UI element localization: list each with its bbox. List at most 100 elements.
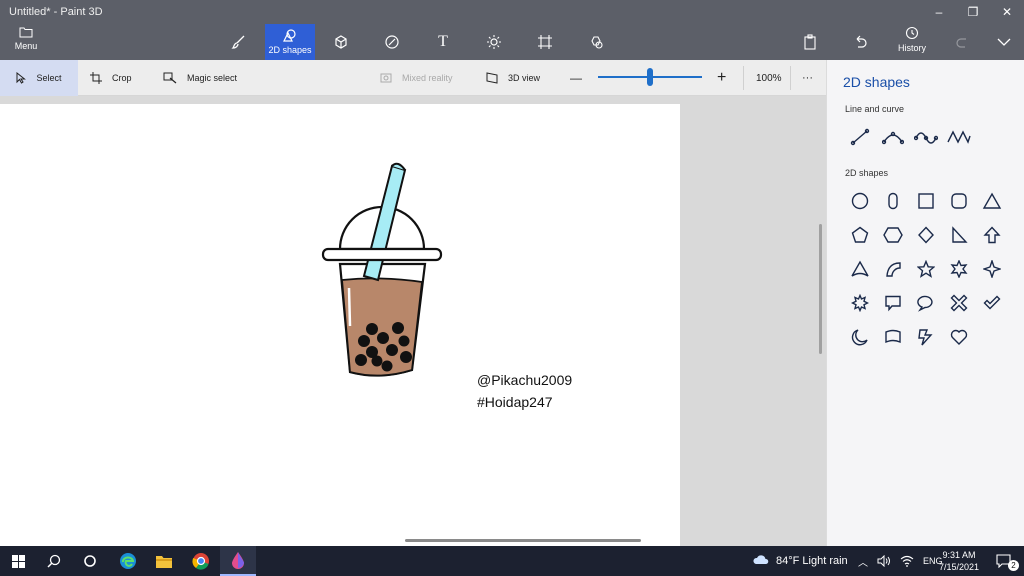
triangle-shape[interactable] xyxy=(975,190,1008,212)
text-tool[interactable]: T xyxy=(418,24,468,60)
burst-shape[interactable] xyxy=(843,292,876,314)
select-label: Select xyxy=(36,73,62,83)
windows-logo-icon xyxy=(11,554,25,568)
quarter-circle-shape[interactable] xyxy=(876,258,909,280)
moon-icon xyxy=(851,329,868,346)
line-tool[interactable] xyxy=(843,126,876,148)
concave-triangle-shape[interactable] xyxy=(843,258,876,280)
taskbar-chrome[interactable] xyxy=(183,546,219,576)
cloud-rain-icon xyxy=(753,555,769,564)
vertical-scrollbar[interactable] xyxy=(819,224,822,354)
square-shape[interactable] xyxy=(909,190,942,212)
clipboard-icon xyxy=(804,34,816,50)
minimize-button[interactable]: – xyxy=(922,0,956,24)
close-button[interactable]: ✕ xyxy=(990,0,1024,24)
curve-icon xyxy=(881,131,904,145)
zoom-level[interactable]: 100% xyxy=(756,60,782,96)
mixed-reality-button[interactable]: Mixed reality xyxy=(380,60,453,96)
triangle-icon xyxy=(982,192,1001,209)
arrow-up-shape[interactable] xyxy=(975,224,1008,246)
circle-shape[interactable] xyxy=(843,190,876,212)
maximize-button[interactable]: ❐ xyxy=(956,0,990,24)
chrome-browser-icon xyxy=(192,553,209,570)
zoom-in-button[interactable]: + xyxy=(717,60,726,96)
taskbar-file-explorer[interactable] xyxy=(146,546,182,576)
speech-bubble-rect-shape[interactable] xyxy=(876,292,909,314)
diamond-shape[interactable] xyxy=(909,224,942,246)
mixed-reality-icon xyxy=(380,73,392,83)
star4-shape[interactable] xyxy=(975,258,1008,280)
taskbar-edge[interactable] xyxy=(110,546,146,576)
horizontal-scrollbar[interactable] xyxy=(405,539,641,542)
more-options-button[interactable]: ··· xyxy=(802,60,813,96)
weather-widget[interactable]: 84°F Light rain xyxy=(752,546,848,576)
canvas-text-line: @Pikachu2009 xyxy=(477,372,573,388)
cursor-arrow-icon xyxy=(16,72,27,84)
undo-icon xyxy=(856,35,867,48)
star6-shape[interactable] xyxy=(942,258,975,280)
crop-button[interactable]: Crop xyxy=(90,60,132,96)
star5-shape[interactable] xyxy=(909,258,942,280)
search-icon xyxy=(47,554,61,568)
folder-icon xyxy=(19,27,33,38)
canvas-tool[interactable] xyxy=(520,24,570,60)
2d-shapes-tool[interactable]: 2D shapes xyxy=(265,24,315,60)
cross-shape[interactable] xyxy=(942,292,975,314)
notification-center-button[interactable]: 2 xyxy=(986,546,1022,576)
taskbar-clock[interactable]: 9:31 AM 7/15/2021 xyxy=(928,549,990,573)
panel-title: 2D shapes xyxy=(843,74,910,90)
stickers-tool[interactable] xyxy=(367,24,417,60)
pentagon-shape[interactable] xyxy=(843,224,876,246)
taskbar-paint3d[interactable] xyxy=(220,546,256,576)
menu-button[interactable]: Menu xyxy=(6,26,46,58)
right-triangle-shape[interactable] xyxy=(942,224,975,246)
crescent-shape[interactable] xyxy=(843,326,876,348)
3d-view-button[interactable]: 3D view xyxy=(486,60,540,96)
shapes-grid xyxy=(843,190,1008,348)
windows-taskbar: 84°F Light rain ︿ ENG 9:31 AM 7/15/2021 … xyxy=(0,546,1024,576)
banner-shape[interactable] xyxy=(876,326,909,348)
folder-icon xyxy=(156,555,172,568)
3d-shapes-tool[interactable] xyxy=(316,24,366,60)
pentagon-icon xyxy=(851,226,868,243)
cortana-circle-icon xyxy=(84,555,96,567)
cortana-button[interactable] xyxy=(72,546,108,576)
wifi-icon[interactable] xyxy=(900,555,914,567)
curve-tool[interactable] xyxy=(876,126,909,148)
redo-button[interactable] xyxy=(938,24,988,60)
zoom-slider-thumb[interactable] xyxy=(647,68,653,86)
hexagon-shape[interactable] xyxy=(876,224,909,246)
3d-library-tool[interactable] xyxy=(571,24,621,60)
burst-icon xyxy=(850,294,869,312)
rounded-square-shape[interactable] xyxy=(942,190,975,212)
undo-button[interactable] xyxy=(835,24,885,60)
drawing-canvas[interactable]: @Pikachu2009 #Hoidap247 xyxy=(0,104,680,546)
tray-chevron-up-icon[interactable]: ︿ xyxy=(858,554,868,569)
select-button[interactable]: Select xyxy=(0,60,78,96)
quarter-circle-icon xyxy=(885,262,901,277)
history-button[interactable]: History xyxy=(890,26,934,58)
volume-icon[interactable] xyxy=(877,555,891,567)
magic-select-button[interactable]: Magic select xyxy=(163,60,237,96)
zigzag-curve-icon xyxy=(946,130,971,144)
start-button[interactable] xyxy=(0,546,36,576)
paste-button[interactable] xyxy=(785,24,835,60)
lightning-shape[interactable] xyxy=(909,326,942,348)
checkmark-icon xyxy=(983,295,1000,310)
brushes-tool[interactable] xyxy=(214,24,264,60)
heart-shape[interactable] xyxy=(942,326,975,348)
wave-curve-icon xyxy=(913,132,938,144)
checkmark-shape[interactable] xyxy=(975,292,1008,314)
taskbar-search-button[interactable] xyxy=(36,546,72,576)
arrow-up-icon xyxy=(982,226,1001,244)
zigzag-curve-tool[interactable] xyxy=(942,126,975,148)
oval-speech-bubble-icon xyxy=(916,295,933,312)
expand-toolbar-button[interactable] xyxy=(982,24,1024,60)
chevron-down-icon xyxy=(997,38,1011,46)
canvas-crop-icon xyxy=(538,35,552,49)
zoom-out-button[interactable]: — xyxy=(570,60,582,96)
effects-tool[interactable] xyxy=(469,24,519,60)
wave-curve-tool[interactable] xyxy=(909,126,942,148)
capsule-shape[interactable] xyxy=(876,190,909,212)
speech-bubble-oval-shape[interactable] xyxy=(909,292,942,314)
